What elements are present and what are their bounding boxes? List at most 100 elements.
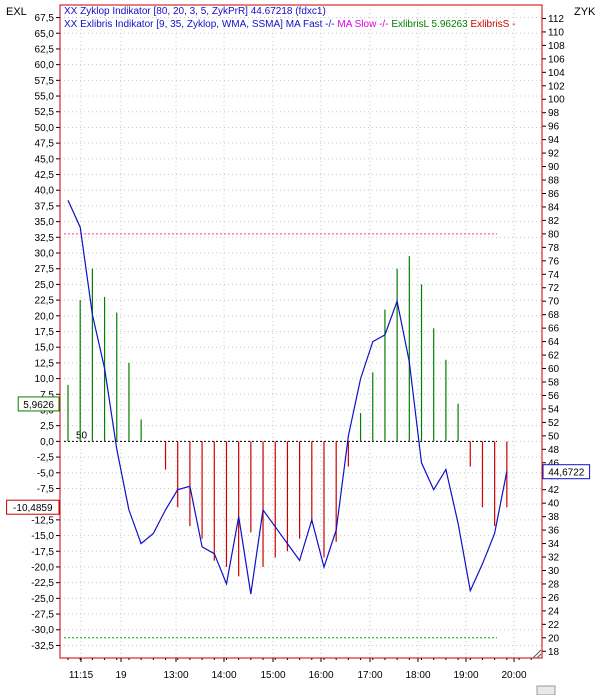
right-axis-tick-label: 22 [548, 620, 560, 631]
right-axis-tick-label: 40 [548, 499, 560, 510]
right-axis-tick-label: 80 [548, 229, 560, 240]
x-axis-tick-label: 13:00 [163, 670, 188, 681]
left-axis-tick-label: 0,0 [40, 437, 54, 448]
legend-exlibris: XX Exlibris Indikator [9, 35, Zyklop, WM… [64, 19, 515, 30]
right-axis-tick-label: 56 [548, 391, 560, 402]
legend-zyklop: XX Zyklop Indikator [80, 20, 3, 5, ZykPr… [64, 6, 326, 17]
left-axis-tick-label: 42,5 [35, 170, 55, 181]
right-axis-tick-label: 96 [548, 122, 560, 133]
right-axis-tick-label: 102 [548, 81, 565, 92]
x-axis-tick-label: 19:00 [453, 670, 478, 681]
right-axis-tick-label: 58 [548, 377, 560, 388]
left-axis-tick-label: -32,5 [31, 641, 54, 652]
left-axis-title: EXL [6, 6, 27, 18]
x-axis-tick-label: 17:00 [357, 670, 382, 681]
left-axis-tick-label: -25,0 [31, 594, 54, 605]
left-axis-tick-label: -15,0 [31, 531, 54, 542]
horizontal-scroll-thumb[interactable] [536, 685, 556, 695]
x-axis-tick-label: 18:00 [405, 670, 430, 681]
left-axis-tick-label: 62,5 [35, 44, 55, 55]
right-axis-tick-label: 68 [548, 310, 560, 321]
right-axis-title: ZYK [574, 6, 596, 18]
legend-ma-slow: MA Slow -/- [337, 19, 388, 30]
left-axis-tick-label: 35,0 [35, 217, 55, 228]
right-axis-tick-label: 54 [548, 404, 560, 415]
chart-window: EXL ZYK 50 67,5 65,0 62,5 60,0 57,5 55,0 52,5 5… [0, 0, 601, 695]
left-axis-tick-label: 52,5 [35, 107, 55, 118]
left-axis-tick-label: 22,5 [35, 296, 55, 307]
x-axis-tick-label: 15:00 [260, 670, 285, 681]
left-axis-tick-label: 37,5 [35, 201, 55, 212]
left-axis-tick-label: 55,0 [35, 92, 55, 103]
left-axis-tick-label: -2,5 [37, 453, 55, 464]
left-axis-tick-label: 47,5 [35, 139, 55, 150]
left-axis-tick-label: 65,0 [35, 29, 55, 40]
left-axis-tick-label: 40,0 [35, 186, 55, 197]
right-axis-tick-label: 88 [548, 176, 560, 187]
right-axis-tick-label: 42 [548, 485, 560, 496]
right-axis-tick-label: 76 [548, 256, 560, 267]
right-axis-tick-label: 48 [548, 445, 560, 456]
zero-line-label: 50 [76, 430, 88, 441]
right-axis-tick-label: 106 [548, 54, 565, 65]
left-axis-tick-label: -20,0 [31, 562, 54, 573]
right-axis-tick-label: 36 [548, 526, 560, 537]
right-axis-tick-label: 100 [548, 95, 565, 106]
right-axis-tick-label: 84 [548, 202, 560, 213]
right-axis-tick-label: 70 [548, 297, 560, 308]
left-axis-tick-label: 50,0 [35, 123, 55, 134]
right-axis-tick-label: 52 [548, 418, 560, 429]
x-axis-tick-label: 16:00 [308, 670, 333, 681]
right-axis-tick-label: 26 [548, 593, 560, 604]
left-axis-tick-label: 27,5 [35, 264, 55, 275]
right-axis-tick-label: 30 [548, 566, 560, 577]
left-axis-tick-label: 60,0 [35, 60, 55, 71]
right-axis-tick-label: 50 [548, 431, 560, 442]
left-axis-tick-label: -7,5 [37, 484, 55, 495]
right-axis-tick-label: 104 [548, 68, 565, 79]
right-axis-tick-label: 82 [548, 216, 560, 227]
x-axis-tick-label: 11:15 [69, 670, 94, 681]
right-axis-tick-label: 28 [548, 579, 560, 590]
left-axis-tick-label: -30,0 [31, 625, 54, 636]
right-axis-tick-label: 38 [548, 512, 560, 523]
left-axis-tick-label: 12,5 [35, 358, 55, 369]
right-axis-tick-label: 110 [548, 27, 564, 38]
right-axis-tick-label: 64 [548, 337, 560, 348]
right-axis-tick-label: 62 [548, 351, 560, 362]
left-axis-tick-label: -17,5 [31, 547, 54, 558]
x-axis-tick-label: 19 [115, 670, 127, 681]
legend-exlibris-short: ExlibrisS - [470, 19, 515, 30]
left-axis-tick-label: 17,5 [35, 327, 55, 338]
right-axis-tick-label: 32 [548, 553, 560, 564]
legend-exlibris-ma-fast: XX Exlibris Indikator [9, 35, Zyklop, WM… [64, 19, 335, 30]
right-axis-tick-label: 90 [548, 162, 560, 173]
right-axis-tick-label: 112 [548, 14, 564, 25]
value-badge-label: 5,9626 [23, 400, 54, 411]
x-axis-tick-label: 14:00 [211, 670, 236, 681]
left-axis-tick-label: -27,5 [31, 610, 54, 621]
right-axis-tick-label: 78 [548, 243, 560, 254]
left-axis-tick-label: 67,5 [35, 13, 55, 24]
value-badge-label: -10,4859 [13, 503, 53, 514]
left-axis-tick-label: -22,5 [31, 578, 54, 589]
right-axis-tick-label: 74 [548, 270, 560, 281]
left-axis-tick-label: 20,0 [35, 311, 55, 322]
left-axis-tick-label: -5,0 [37, 468, 55, 479]
right-axis-tick-label: 86 [548, 189, 560, 200]
left-axis-tick-label: -12,5 [31, 515, 54, 526]
value-badge-label: 44,6722 [548, 468, 585, 479]
left-axis-tick-label: 57,5 [35, 76, 55, 87]
right-axis-tick-label: 24 [548, 606, 560, 617]
left-axis-tick-label: 25,0 [35, 280, 55, 291]
left-axis-tick-label: 2,5 [40, 421, 54, 432]
left-axis-tick-label: 45,0 [35, 154, 55, 165]
right-axis-tick-label: 34 [548, 539, 560, 550]
legend-exlibris-long: ExlibrisL 5.96263 [391, 19, 468, 30]
right-axis-tick-label: 18 [548, 647, 560, 658]
left-axis-tick-label: 10,0 [35, 374, 55, 385]
right-axis-tick-label: 72 [548, 283, 560, 294]
left-axis-tick-label: 32,5 [35, 233, 55, 244]
right-axis-tick-label: 108 [548, 41, 565, 52]
x-axis-tick-label: 20:00 [501, 670, 526, 681]
